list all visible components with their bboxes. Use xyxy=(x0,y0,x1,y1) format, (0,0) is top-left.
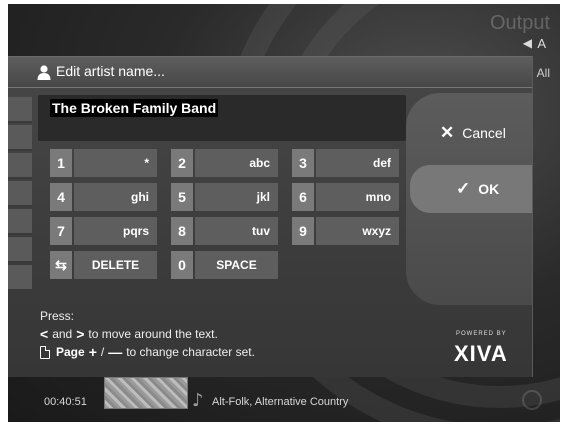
text-entry-value[interactable]: The Broken Family Band xyxy=(50,99,219,117)
genre-label: Alt-Folk, Alternative Country xyxy=(212,396,349,408)
background-output-label: Output xyxy=(489,12,550,34)
key-7-letters[interactable]: pqrs xyxy=(74,217,157,245)
space-key[interactable]: SPACE xyxy=(195,251,278,279)
instructions-press-row: Press: xyxy=(40,307,255,325)
key-4-letters[interactable]: ghi xyxy=(74,183,157,211)
x-icon: ✕ xyxy=(440,123,455,142)
key-3-letters[interactable]: def xyxy=(316,149,399,177)
xiva-logo: XIVA xyxy=(454,341,508,366)
side-tab xyxy=(8,209,32,235)
action-panel: ✕ Cancel ✓ OK xyxy=(406,93,532,305)
dialog-header: Edit artist name... xyxy=(8,57,532,88)
corner-logo-icon xyxy=(522,390,542,410)
keypad: 1 * 2 abc 3 def 4 ghi 5 jkl 6 mno 7 pqrs… xyxy=(50,149,406,283)
key-2-letters[interactable]: abc xyxy=(195,149,278,177)
page-label: Page xyxy=(56,345,85,359)
dialog-title: Edit artist name... xyxy=(56,63,165,79)
cancel-label: Cancel xyxy=(462,125,506,141)
side-tab xyxy=(8,265,32,291)
key-8-letters[interactable]: tuv xyxy=(195,217,278,245)
checkmark-icon: ✓ xyxy=(456,179,471,198)
press-label: Press: xyxy=(40,309,75,323)
powered-by-label: POWERED BY xyxy=(456,331,507,337)
side-tab xyxy=(8,125,32,151)
key-6-digit[interactable]: 6 xyxy=(292,183,314,211)
key-5-digit[interactable]: 5 xyxy=(171,183,193,211)
music-note-icon: ♪ xyxy=(192,390,204,411)
background-filter-label: All xyxy=(536,66,550,80)
now-playing-bar: 00:40:51 ♪ Alt-Folk, Alternative Country xyxy=(8,376,560,422)
and-label: and xyxy=(52,327,73,341)
key-9-letters[interactable]: wxyz xyxy=(316,217,399,245)
key-1-letters[interactable]: * xyxy=(74,149,157,177)
side-tab xyxy=(8,181,32,207)
edit-dialog: Edit artist name... The Broken Family Ba… xyxy=(8,56,533,377)
instructions: Press: < and > to move around the text. … xyxy=(40,307,255,361)
cancel-button[interactable]: ✕ Cancel xyxy=(410,109,532,157)
key-1-digit[interactable]: 1 xyxy=(50,149,72,177)
playback-time: 00:40:51 xyxy=(44,396,87,408)
swap-arrows-icon[interactable]: ⇆ xyxy=(50,251,72,279)
speaker-icon: ◀ xyxy=(522,36,532,50)
person-icon xyxy=(37,65,51,80)
move-text: to move around the text. xyxy=(88,327,218,341)
side-tab xyxy=(8,237,32,263)
key-7-digit[interactable]: 7 xyxy=(50,217,72,245)
tv-frame: Output ◀ A All Edit artist name... The B… xyxy=(8,4,560,422)
key-2-digit[interactable]: 2 xyxy=(171,149,193,177)
minus-icon: — xyxy=(108,344,123,360)
page-icon xyxy=(40,345,50,359)
key-3-digit[interactable]: 3 xyxy=(292,149,314,177)
album-art-thumbnail xyxy=(104,377,188,409)
ok-button[interactable]: ✓ OK xyxy=(410,165,532,213)
screen: Output ◀ A All Edit artist name... The B… xyxy=(0,0,568,428)
key-5-letters[interactable]: jkl xyxy=(195,183,278,211)
key-4-digit[interactable]: 4 xyxy=(50,183,72,211)
charset-text: to change character set. xyxy=(126,345,255,359)
chevron-right-icon: > xyxy=(76,326,85,342)
plus-icon: + xyxy=(88,344,97,360)
key-8-digit[interactable]: 8 xyxy=(171,217,193,245)
delete-key[interactable]: DELETE xyxy=(74,251,157,279)
ok-label: OK xyxy=(478,181,500,197)
key-9-digit[interactable]: 9 xyxy=(292,217,314,245)
key-6-letters[interactable]: mno xyxy=(316,183,399,211)
background-volume-label: A xyxy=(537,36,546,51)
side-tab xyxy=(8,97,32,123)
side-tab xyxy=(8,153,32,179)
instructions-move-row: < and > to move around the text. xyxy=(40,325,255,343)
slash-label: / xyxy=(100,345,105,359)
chevron-left-icon: < xyxy=(40,326,49,342)
instructions-page-row: Page + / — to change character set. xyxy=(40,343,255,361)
key-0-digit[interactable]: 0 xyxy=(171,251,193,279)
